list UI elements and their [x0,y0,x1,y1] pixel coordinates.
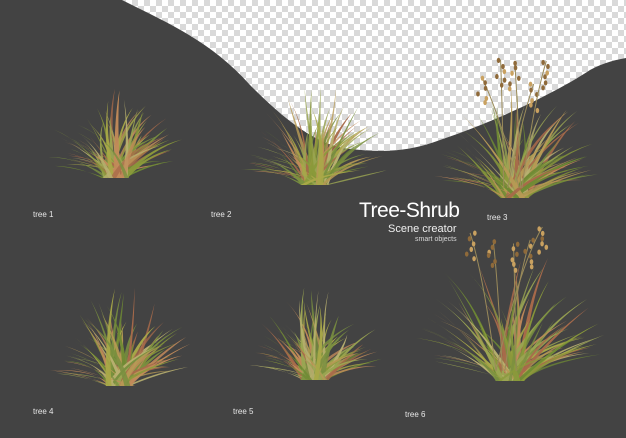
flower-bud [529,102,533,108]
flower-bud [513,60,517,66]
shrub-tree-6 [416,226,605,381]
flower-bud [476,91,480,97]
flower-bud [535,107,540,114]
shrub-tree-4 [49,287,191,386]
flower-bud [469,246,474,252]
flower-bud [508,81,512,87]
flower-bud [544,244,549,250]
poster-subtitle: Scene creator [388,223,457,235]
flower-bud [502,68,507,75]
label-tree-4: tree 4 [33,407,54,416]
flower-bud [472,256,476,262]
flower-bud [483,80,487,86]
flower-bud [529,264,534,270]
flower-bud [499,82,504,88]
flower-bud [516,75,521,81]
label-tree-2: tree 2 [211,210,232,219]
flower-bud [537,249,541,255]
flower-bud [464,251,469,257]
label-tree-1: tree 1 [33,210,54,219]
flower-bud [483,85,488,91]
flower-bud [490,262,495,268]
flower-bud [529,87,533,93]
flower-bud [486,252,491,258]
flower-bud [546,63,550,70]
flower-bud [541,85,545,91]
flower-bud [543,80,548,86]
flower-bud [471,241,476,247]
flower-bud [515,251,519,257]
flower-bud [467,236,472,242]
poster-title: Tree-Shrub [359,199,460,222]
flower-bud [540,236,545,242]
flower-bud [480,75,485,81]
flower-bud [490,244,495,250]
flower-bud [537,226,542,232]
shrub-tree-1 [48,88,183,178]
flower-bud [515,241,520,247]
flower-bud [512,261,516,267]
flower-bud [510,257,515,263]
flower-bud [473,230,477,236]
poster-canvas: tree 1 tree 2 tree 3 tree 4 tree 5 tree … [0,0,626,438]
flower-bud [543,74,547,80]
flower-bud [513,267,518,273]
flower-bud [511,246,516,252]
flower-bud [492,239,497,245]
flower-bud [540,230,545,236]
flower-bud [541,59,545,66]
flower-bud [501,63,505,70]
flower-bud [493,258,497,265]
flower-bud [529,259,534,265]
grass-blade [114,90,121,178]
flower-bud [510,70,514,76]
flower-bud [507,86,512,92]
flower-bud [483,99,487,106]
flower-bud [528,81,533,87]
poster-tagline: smart objects [415,236,457,243]
flower-bud [496,57,501,63]
label-tree-6: tree 6 [405,410,426,419]
flower-bud [513,65,518,71]
flower-bud [495,73,499,80]
shrub-tree-5 [249,287,382,380]
flower-bud [523,248,527,254]
shrub-tree-3 [434,57,598,198]
shrub-tree-2 [240,86,387,185]
label-tree-5: tree 5 [233,407,254,416]
flower-bud [502,77,507,83]
label-tree-3: tree 3 [487,213,508,222]
flower-bud [540,241,544,247]
